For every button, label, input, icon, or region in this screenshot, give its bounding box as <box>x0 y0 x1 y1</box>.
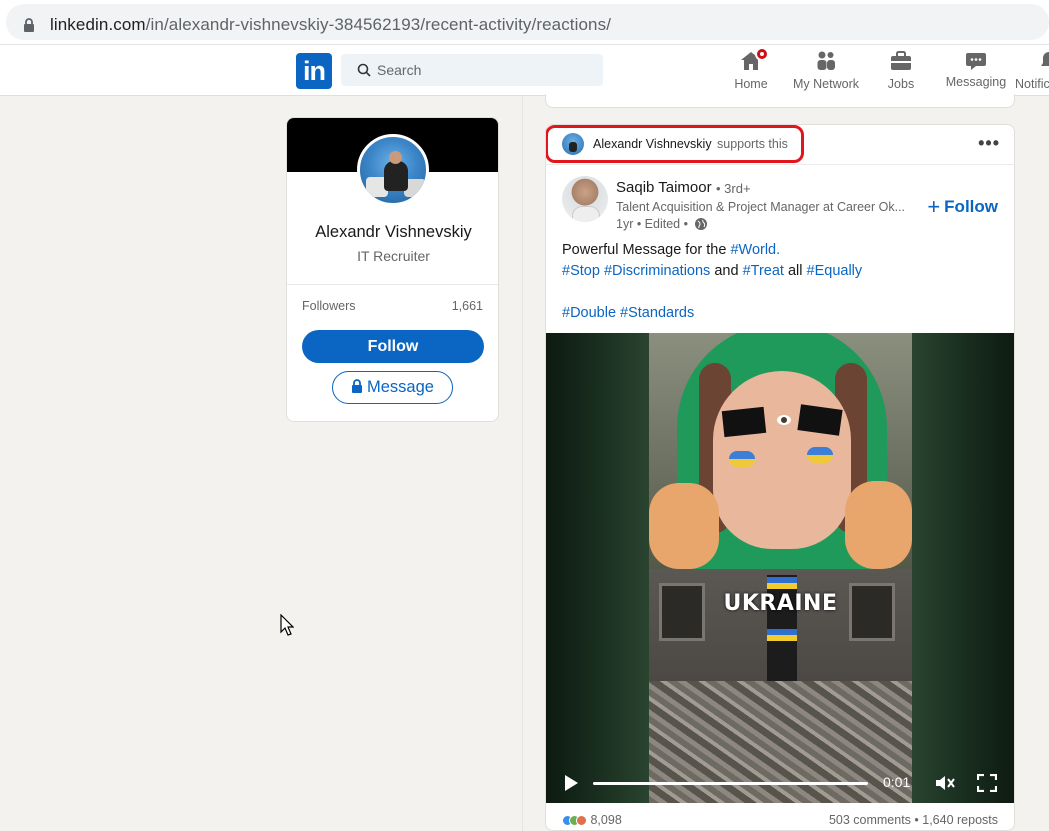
video-letterbox <box>912 333 1014 803</box>
plus-icon: + <box>927 194 941 219</box>
post-meta: 1yr • Edited • <box>616 217 708 231</box>
reaction-count: 8,098 <box>590 813 622 827</box>
hashtag-link[interactable]: #Treat <box>743 263 784 279</box>
mouse-cursor-icon <box>280 614 294 636</box>
home-icon <box>739 47 769 73</box>
post-follow-button[interactable]: + Follow <box>927 194 998 220</box>
nav-label: Messaging <box>945 75 1007 89</box>
linkedin-logo[interactable]: in <box>296 53 332 89</box>
hand <box>845 481 912 569</box>
profile-name[interactable]: Alexandr Vishnevskiy <box>287 223 498 242</box>
stats-separator: • <box>910 813 923 827</box>
nav-home[interactable]: Home <box>730 47 772 93</box>
post-text: Powerful Message for the #World. #Stop #… <box>562 240 1002 324</box>
followers-label: Followers <box>302 299 356 313</box>
hashtag-link[interactable]: #World. <box>730 242 780 258</box>
post-context-header: Alexandr Vishnevskiy supports this ••• <box>546 125 1014 165</box>
search-box[interactable] <box>341 54 603 86</box>
previous-post-bottom <box>545 94 1015 108</box>
avatar-person <box>384 161 408 191</box>
hashtag-link[interactable]: #Stop <box>562 263 600 279</box>
video-player[interactable]: UKRAINE 0:01 <box>546 333 1014 803</box>
reaction-summary[interactable]: 8,098 <box>562 813 622 827</box>
profile-avatar[interactable] <box>357 134 429 206</box>
black-tape <box>721 406 767 438</box>
post-text-line: #Stop #Discriminations and #Treat all #E… <box>562 261 1002 282</box>
search-icon <box>357 63 371 77</box>
post-text-line: Powerful Message for the #World. <box>562 240 1002 261</box>
author-avatar[interactable] <box>562 176 608 222</box>
play-icon[interactable] <box>563 774 579 792</box>
post-time: 1yr • Edited • <box>616 217 688 231</box>
flag-face-paint <box>807 447 833 463</box>
video-frame-top <box>649 333 912 569</box>
globe-icon <box>695 218 708 230</box>
flag-stripe <box>767 629 797 641</box>
briefcase-icon <box>889 49 913 73</box>
nav-notifications[interactable]: Notific <box>1015 49 1049 93</box>
nav-jobs[interactable]: Jobs <box>884 49 918 93</box>
avatar-head <box>389 151 402 164</box>
author-headline: Talent Acquisition & Project Manager at … <box>616 200 906 214</box>
messaging-icon <box>964 49 988 73</box>
reposts-count[interactable]: 1,640 reposts <box>922 813 998 827</box>
profile-title: IT Recruiter <box>357 248 430 264</box>
connection-degree: • 3rd+ <box>716 181 751 196</box>
nav-my-network[interactable]: My Network <box>790 49 862 93</box>
flag-face-paint <box>729 451 755 467</box>
nav-label: Notific <box>1015 77 1049 91</box>
post-text-line: #Double #Standards <box>562 303 1002 324</box>
bell-icon <box>1037 49 1049 73</box>
lock-icon <box>352 379 363 393</box>
mute-icon[interactable] <box>934 773 956 793</box>
love-reaction-icon <box>576 815 587 826</box>
hashtag-link[interactable]: #Double <box>562 305 616 321</box>
followers-count: 1,661 <box>451 299 483 313</box>
profile-card: Alexandr Vishnevskiy IT Recruiter Follow… <box>286 117 499 422</box>
feed-column-divider <box>522 96 523 831</box>
eye <box>777 415 791 425</box>
author-name[interactable]: Saqib Taimoor <box>616 179 712 196</box>
post-stats: 503 comments • 1,640 reposts <box>829 813 998 827</box>
lock-icon <box>24 18 34 32</box>
more-options-icon[interactable]: ••• <box>978 134 1000 152</box>
post-text-plain: and <box>714 263 739 279</box>
video-letterbox <box>546 333 649 803</box>
feed-post: Alexandr Vishnevskiy supports this ••• S… <box>545 124 1015 831</box>
hashtag-link[interactable]: #Standards <box>620 305 694 321</box>
message-label: Message <box>367 378 434 396</box>
highlight-annotation <box>546 125 804 163</box>
hashtag-link[interactable]: #Equally <box>807 263 863 279</box>
browser-address-bar: linkedin.com/in/alexandr-vishnevskiy-384… <box>0 0 1049 45</box>
follow-button[interactable]: Follow <box>302 330 484 363</box>
flag-stripe <box>767 577 797 589</box>
fullscreen-icon[interactable] <box>977 774 997 792</box>
top-navigation: in Home My Network Jobs Messaging Notifi <box>0 45 1049 96</box>
video-progress-bar[interactable] <box>593 782 868 785</box>
hashtag-link[interactable]: #Discriminations <box>604 263 710 279</box>
video-controls: 0:01 <box>546 763 1014 803</box>
url-text: linkedin.com/in/alexandr-vishnevskiy-384… <box>50 15 612 34</box>
post-text-plain: all <box>787 263 803 279</box>
search-input[interactable] <box>377 54 587 86</box>
post-text-plain: Powerful Message for the <box>562 242 731 258</box>
comments-count[interactable]: 503 comments <box>829 813 911 827</box>
url-field[interactable]: linkedin.com/in/alexandr-vishnevskiy-384… <box>6 4 1049 40</box>
nav-label: Home <box>734 77 768 91</box>
nav-label: Jobs <box>887 77 915 91</box>
video-overlay-text: UKRAINE <box>723 591 838 616</box>
post-follow-label: Follow <box>944 197 998 216</box>
hand <box>649 483 719 569</box>
notification-badge <box>755 47 769 61</box>
video-time: 0:01 <box>883 774 911 790</box>
divider <box>287 284 498 285</box>
nav-messaging[interactable]: Messaging <box>944 49 1008 93</box>
nav-label: My Network <box>793 77 859 91</box>
network-icon <box>814 49 838 73</box>
message-button[interactable]: Message <box>332 371 453 404</box>
